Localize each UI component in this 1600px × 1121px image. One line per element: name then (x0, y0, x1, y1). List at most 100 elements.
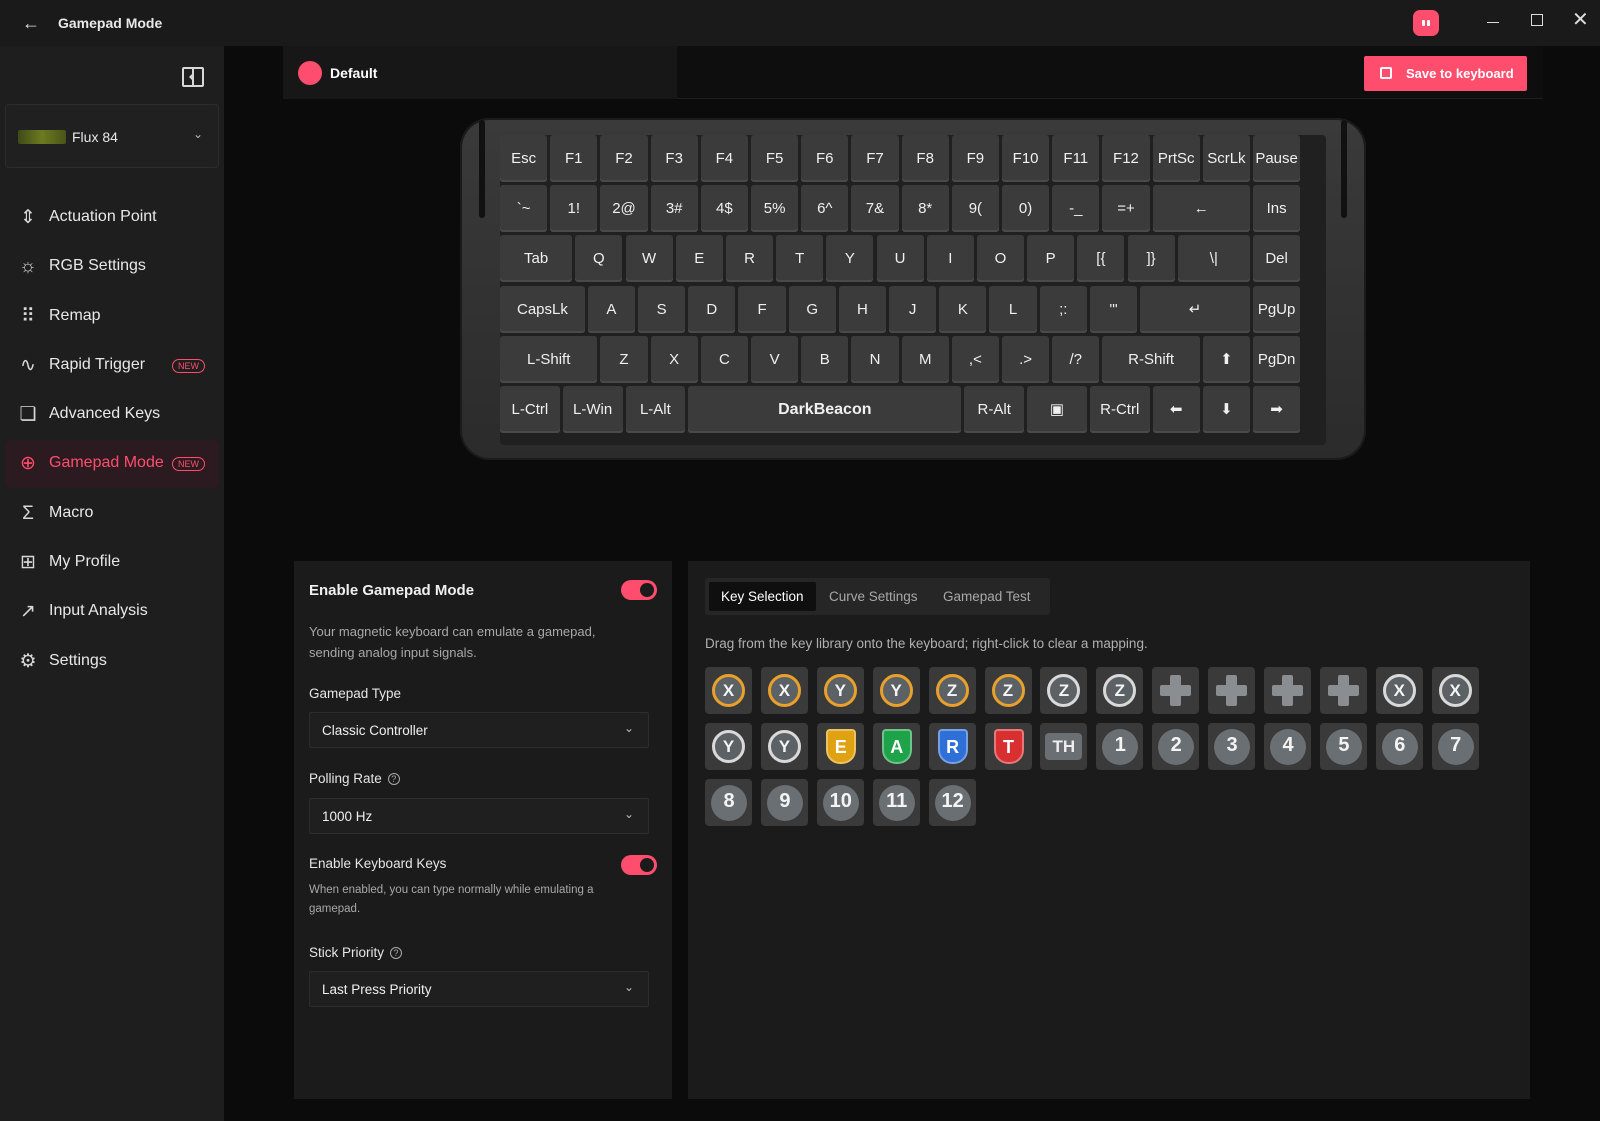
sidebar-item-macro[interactable]: Σ Macro (5, 490, 219, 538)
key-1-13[interactable]: ← (1152, 185, 1250, 233)
library-key[interactable] (1264, 667, 1311, 714)
sidebar-item-remap[interactable]: ⠿ Remap (5, 293, 219, 341)
library-key[interactable]: X (760, 667, 808, 714)
key-3-5[interactable]: G (788, 285, 836, 333)
key-4-1[interactable]: Z (600, 335, 648, 383)
key-3-10[interactable]: ;: (1039, 285, 1087, 333)
key-0-4[interactable]: F4 (700, 135, 748, 182)
key-2-3[interactable]: E (675, 235, 723, 283)
key-1-8[interactable]: 8* (901, 185, 949, 233)
library-key[interactable]: 8 (705, 778, 752, 826)
library-key[interactable]: 7 (1431, 722, 1479, 770)
sidebar-item-rgb-settings[interactable]: ☼ RGB Settings (5, 243, 219, 291)
key-2-10[interactable]: P (1027, 235, 1075, 283)
key-2-6[interactable]: Y (826, 235, 874, 283)
key-3-4[interactable]: F (738, 285, 786, 333)
key-1-9[interactable]: 9( (951, 185, 999, 233)
key-5-9[interactable]: ➡ (1253, 386, 1301, 433)
key-2-5[interactable]: T (776, 235, 824, 283)
profile-tab[interactable]: Default (283, 46, 677, 99)
close-icon[interactable]: ✕ (1572, 9, 1590, 31)
key-0-10[interactable]: F10 (1002, 135, 1050, 182)
key-2-12[interactable]: ]} (1127, 235, 1175, 283)
key-1-7[interactable]: 7& (851, 185, 899, 233)
key-0-0[interactable]: Esc (500, 135, 548, 182)
library-key[interactable] (1152, 667, 1200, 714)
key-4-8[interactable]: ,< (951, 335, 999, 383)
library-key[interactable]: Y (816, 667, 864, 714)
save-to-keyboard-button[interactable]: Save to keyboard (1364, 56, 1527, 91)
key-2-8[interactable]: I (926, 235, 974, 283)
library-key[interactable]: 3 (1208, 722, 1256, 770)
key-3-3[interactable]: D (688, 285, 736, 333)
key-4-11[interactable]: R-Shift (1102, 335, 1200, 383)
sidebar-item-input-analysis[interactable]: ↗ Input Analysis (5, 588, 219, 636)
key-1-3[interactable]: 3# (650, 185, 698, 233)
key-1-1[interactable]: 1! (550, 185, 598, 233)
key-4-12[interactable]: ⬆ (1202, 335, 1250, 383)
key-0-12[interactable]: F12 (1102, 135, 1150, 182)
keyboard-keys-toggle[interactable] (621, 855, 657, 875)
sidebar-item-gamepad-mode[interactable]: ⊕ Gamepad Mode NEW (5, 440, 219, 489)
library-key[interactable]: X (1431, 667, 1479, 714)
key-3-6[interactable]: H (838, 285, 887, 333)
key-3-13[interactable]: PgUp (1253, 285, 1301, 333)
enable-gamepad-toggle[interactable] (621, 580, 657, 600)
key-3-2[interactable]: S (638, 285, 686, 333)
library-key[interactable]: Z (928, 667, 976, 714)
key-2-11[interactable]: [{ (1077, 235, 1125, 283)
key-0-6[interactable]: F6 (801, 135, 849, 182)
gamepad-type-select[interactable]: Classic Controller ⌄ (309, 712, 649, 748)
key-1-10[interactable]: 0) (1002, 185, 1050, 233)
key-2-13[interactable]: \| (1177, 235, 1250, 283)
key-0-7[interactable]: F7 (851, 135, 899, 182)
key-0-9[interactable]: F9 (951, 135, 999, 182)
key-3-8[interactable]: K (939, 285, 987, 333)
key-1-6[interactable]: 6^ (801, 185, 849, 233)
key-1-5[interactable]: 5% (751, 185, 799, 233)
library-key[interactable] (1319, 667, 1367, 714)
key-4-0[interactable]: L-Shift (500, 335, 598, 383)
library-key[interactable]: 2 (1152, 722, 1200, 770)
key-4-10[interactable]: /? (1052, 335, 1100, 383)
key-3-7[interactable]: J (889, 285, 937, 333)
key-4-6[interactable]: N (851, 335, 899, 383)
polling-rate-select[interactable]: 1000 Hz ⌄ (309, 798, 649, 834)
key-1-12[interactable]: =+ (1102, 185, 1150, 233)
key-5-8[interactable]: ⬇ (1202, 386, 1250, 433)
minimize-icon[interactable] (1487, 11, 1501, 33)
key-2-1[interactable]: Q (575, 235, 623, 283)
library-key[interactable]: 4 (1264, 722, 1311, 770)
library-key[interactable]: 6 (1375, 722, 1423, 770)
maximize-icon[interactable] (1531, 14, 1543, 26)
library-key[interactable]: 10 (816, 778, 864, 826)
key-0-15[interactable]: Pause (1253, 135, 1301, 182)
help-icon[interactable]: ? (387, 773, 400, 785)
key-3-1[interactable]: A (587, 285, 636, 333)
library-key[interactable]: Y (872, 667, 920, 714)
key-3-0[interactable]: CapsLk (500, 285, 585, 333)
key-0-2[interactable]: F2 (600, 135, 648, 182)
key-2-0[interactable]: Tab (500, 235, 573, 283)
key-1-4[interactable]: 4$ (700, 185, 748, 233)
key-4-5[interactable]: B (801, 335, 849, 383)
tab-curve-settings[interactable]: Curve Settings (817, 582, 930, 611)
key-5-0[interactable]: L-Ctrl (500, 386, 560, 433)
library-key[interactable]: 9 (760, 778, 808, 826)
key-5-3[interactable]: DarkBeacon (688, 386, 962, 433)
key-0-5[interactable]: F5 (751, 135, 799, 182)
library-key[interactable]: Y (760, 722, 808, 770)
sidebar-item-actuation-point[interactable]: ⇕ Actuation Point (5, 194, 219, 242)
key-3-12[interactable]: ↵ (1140, 285, 1250, 333)
library-key[interactable] (1208, 667, 1256, 714)
key-4-4[interactable]: V (751, 335, 799, 383)
library-key[interactable]: Z (984, 667, 1032, 714)
library-key[interactable]: E (816, 722, 864, 770)
key-5-7[interactable]: ⬅ (1152, 386, 1200, 433)
key-0-8[interactable]: F8 (901, 135, 949, 182)
library-key[interactable]: 5 (1319, 722, 1367, 770)
stick-priority-select[interactable]: Last Press Priority ⌄ (309, 971, 649, 1007)
key-3-9[interactable]: L (989, 285, 1037, 333)
tab-key-selection[interactable]: Key Selection (709, 582, 816, 611)
library-key[interactable]: Z (1096, 667, 1144, 714)
